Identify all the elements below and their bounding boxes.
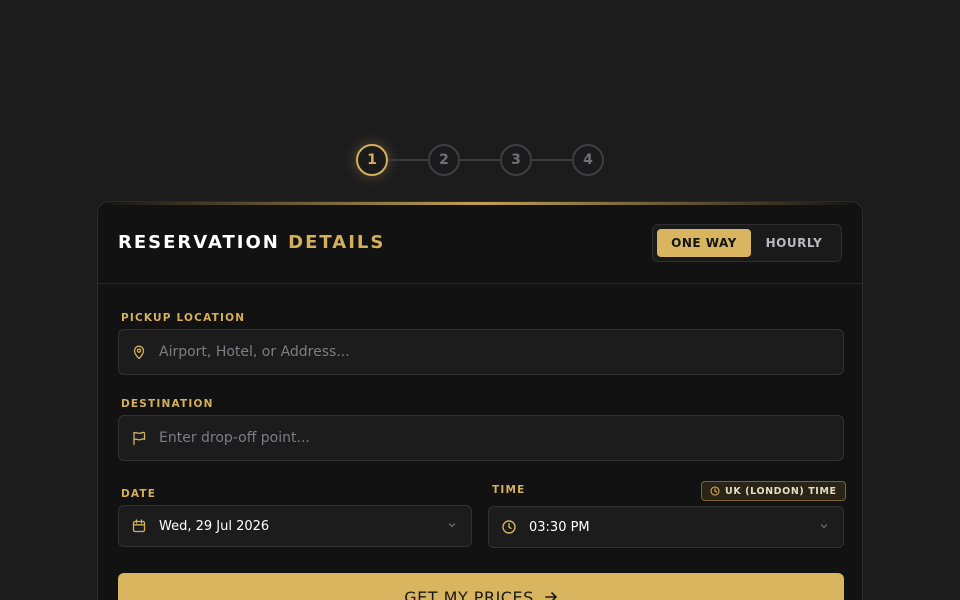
step-connector xyxy=(532,159,572,161)
date-select[interactable]: Wed, 29 Jul 2026 xyxy=(118,505,472,547)
pickup-placeholder: Airport, Hotel, or Address... xyxy=(159,344,350,360)
hourly-button[interactable]: HOURLY xyxy=(751,229,837,257)
step-4[interactable]: 4 xyxy=(572,144,604,176)
step-connector xyxy=(460,159,500,161)
progress-stepper: 1 2 3 4 xyxy=(356,144,604,176)
one-way-button[interactable]: ONE WAY xyxy=(657,228,751,257)
map-pin-icon xyxy=(131,344,147,360)
step-3-number: 3 xyxy=(511,152,521,168)
chevron-down-icon xyxy=(447,520,457,530)
arrow-right-icon xyxy=(544,590,558,600)
time-value: 03:30 PM xyxy=(529,519,590,535)
step-2-number: 2 xyxy=(439,152,449,168)
destination-placeholder: Enter drop-off point... xyxy=(159,430,310,446)
step-1-number: 1 xyxy=(367,152,377,168)
card-header: RESERVATION DETAILS ONE WAY HOURLY xyxy=(98,202,862,284)
reservation-card: RESERVATION DETAILS ONE WAY HOURLY PICKU… xyxy=(97,201,863,600)
chevron-down-icon xyxy=(819,521,829,531)
destination-label: DESTINATION xyxy=(121,398,214,410)
clock-icon xyxy=(501,519,517,535)
destination-input[interactable]: Enter drop-off point... xyxy=(118,415,844,461)
time-select[interactable]: 03:30 PM xyxy=(488,506,844,548)
get-prices-button[interactable]: GET MY PRICES xyxy=(118,573,844,600)
card-title-main: RESERVATION xyxy=(118,232,280,253)
time-label: TIME xyxy=(492,484,526,496)
card-top-glow xyxy=(98,202,862,205)
pickup-label: PICKUP LOCATION xyxy=(121,312,246,324)
step-3[interactable]: 3 xyxy=(500,144,532,176)
card-title-accent: DETAILS xyxy=(288,232,386,253)
step-1[interactable]: 1 xyxy=(356,144,388,176)
pickup-input[interactable]: Airport, Hotel, or Address... xyxy=(118,329,844,375)
clock-icon xyxy=(710,486,720,496)
date-value: Wed, 29 Jul 2026 xyxy=(159,518,270,534)
card-title: RESERVATION DETAILS xyxy=(118,232,385,253)
flag-icon xyxy=(131,430,147,446)
trip-type-toggle: ONE WAY HOURLY xyxy=(652,223,842,262)
step-connector xyxy=(388,159,428,161)
get-prices-label: GET MY PRICES xyxy=(404,587,534,600)
calendar-icon xyxy=(131,518,147,534)
step-2[interactable]: 2 xyxy=(428,144,460,176)
date-label: DATE xyxy=(121,488,157,500)
step-4-number: 4 xyxy=(583,152,593,168)
timezone-badge-text: UK (LONDON) TIME xyxy=(725,485,837,497)
timezone-badge: UK (LONDON) TIME xyxy=(701,481,846,501)
